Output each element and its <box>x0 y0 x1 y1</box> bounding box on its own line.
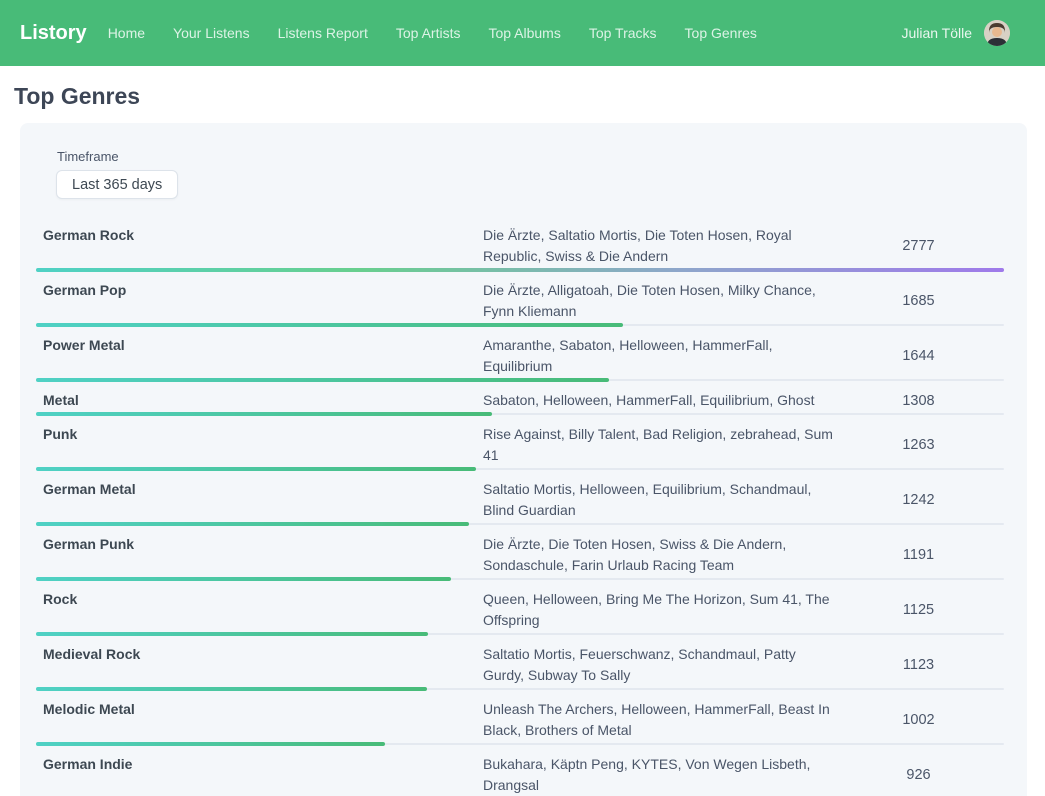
genre-listen-count: 926 <box>833 754 1004 796</box>
genre-bar-track <box>36 687 1004 691</box>
genre-row-content: German Punk Die Ärzte, Die Toten Hosen, … <box>36 534 1004 576</box>
genre-top-artists: Die Ärzte, Saltatio Mortis, Die Toten Ho… <box>483 225 833 267</box>
main-nav: Home Your Listens Listens Report Top Artist… <box>108 25 757 41</box>
genre-row: Punk Rise Against, Billy Talent, Bad Rel… <box>36 424 1004 471</box>
genre-name: German Rock <box>36 225 483 267</box>
genre-name: German Pop <box>36 280 483 322</box>
genre-bar-fill <box>36 632 428 636</box>
genre-listen-count: 2777 <box>833 225 1004 267</box>
genre-top-artists: Saltatio Mortis, Helloween, Equilibrium,… <box>483 479 833 521</box>
genre-bar-track <box>36 632 1004 636</box>
genre-bar-fill <box>36 522 469 526</box>
genre-row-content: Melodic Metal Unleash The Archers, Hello… <box>36 699 1004 741</box>
genre-row-content: Rock Queen, Helloween, Bring Me The Hori… <box>36 589 1004 631</box>
genre-bar-fill <box>36 742 385 746</box>
nav-item[interactable]: Top Artists <box>396 25 461 41</box>
genre-top-artists: Die Ärzte, Alligatoah, Die Toten Hosen, … <box>483 280 833 322</box>
genre-listen-count: 1263 <box>833 424 1004 466</box>
nav-item[interactable]: Home <box>108 25 145 41</box>
genre-row: German Metal Saltatio Mortis, Helloween,… <box>36 479 1004 526</box>
genre-bar-track <box>36 412 1004 416</box>
genre-row-content: Punk Rise Against, Billy Talent, Bad Rel… <box>36 424 1004 466</box>
genre-listen-count: 1242 <box>833 479 1004 521</box>
genre-name: German Indie <box>36 754 483 796</box>
genre-row: German Indie Bukahara, Käptn Peng, KYTES… <box>36 754 1004 796</box>
genre-row: Power Metal Amaranthe, Sabaton, Hellowee… <box>36 335 1004 382</box>
genre-bar-track <box>36 577 1004 581</box>
genre-row-content: Medieval Rock Saltatio Mortis, Feuerschw… <box>36 644 1004 686</box>
genre-listen-count: 1123 <box>833 644 1004 686</box>
genre-name: Rock <box>36 589 483 631</box>
genre-row: German Rock Die Ärzte, Saltatio Mortis, … <box>36 225 1004 272</box>
user-avatar[interactable] <box>984 20 1010 46</box>
genre-name: Medieval Rock <box>36 644 483 686</box>
genre-row-content: German Metal Saltatio Mortis, Helloween,… <box>36 479 1004 521</box>
genre-row-content: German Indie Bukahara, Käptn Peng, KYTES… <box>36 754 1004 796</box>
genre-top-artists: Bukahara, Käptn Peng, KYTES, Von Wegen L… <box>483 754 833 796</box>
nav-item[interactable]: Top Albums <box>488 25 560 41</box>
user-menu[interactable]: Julian Tölle <box>901 20 1010 46</box>
genre-bar-fill <box>36 687 427 691</box>
genre-row-content: German Rock Die Ärzte, Saltatio Mortis, … <box>36 225 1004 267</box>
genre-top-artists: Rise Against, Billy Talent, Bad Religion… <box>483 424 833 466</box>
timeframe-select[interactable]: Last 365 days <box>56 170 178 199</box>
genre-row-content: German Pop Die Ärzte, Alligatoah, Die To… <box>36 280 1004 322</box>
genre-bar-fill <box>36 378 609 382</box>
genre-bar-fill <box>36 467 476 471</box>
genre-listen-count: 1644 <box>833 335 1004 377</box>
user-name[interactable]: Julian Tölle <box>901 25 972 41</box>
genre-bar-track <box>36 522 1004 526</box>
genre-name: Metal <box>36 390 483 411</box>
nav-item[interactable]: Top Tracks <box>589 25 657 41</box>
genre-bar-track <box>36 378 1004 382</box>
genre-bar-track <box>36 742 1004 746</box>
app-logo[interactable]: Listory <box>20 22 87 45</box>
genre-bar-track <box>36 323 1004 327</box>
genre-name: Power Metal <box>36 335 483 377</box>
genre-bar-fill <box>36 268 1004 272</box>
genre-listen-count: 1308 <box>833 390 1004 411</box>
genre-top-artists: Die Ärzte, Die Toten Hosen, Swiss & Die … <box>483 534 833 576</box>
genre-row: German Pop Die Ärzte, Alligatoah, Die To… <box>36 280 1004 327</box>
genre-name: Punk <box>36 424 483 466</box>
genre-top-artists: Sabaton, Helloween, HammerFall, Equilibr… <box>483 390 833 411</box>
genre-table: German Rock Die Ärzte, Saltatio Mortis, … <box>36 225 1004 796</box>
genre-top-artists: Unleash The Archers, Helloween, HammerFa… <box>483 699 833 741</box>
genre-top-artists: Amaranthe, Sabaton, Helloween, HammerFal… <box>483 335 833 377</box>
genre-bar-fill <box>36 323 623 327</box>
genre-name: Melodic Metal <box>36 699 483 741</box>
nav-item[interactable]: Your Listens <box>173 25 250 41</box>
genre-name: German Punk <box>36 534 483 576</box>
nav-item[interactable]: Listens Report <box>278 25 368 41</box>
nav-item[interactable]: Top Genres <box>685 25 757 41</box>
genre-row: Rock Queen, Helloween, Bring Me The Hori… <box>36 589 1004 636</box>
page-title: Top Genres <box>14 83 1045 110</box>
genre-listen-count: 1125 <box>833 589 1004 631</box>
genre-bar-fill <box>36 577 451 581</box>
genre-bar-track <box>36 467 1004 471</box>
genre-listen-count: 1191 <box>833 534 1004 576</box>
genre-row: Medieval Rock Saltatio Mortis, Feuerschw… <box>36 644 1004 691</box>
genre-top-artists: Queen, Helloween, Bring Me The Horizon, … <box>483 589 833 631</box>
genre-bar-fill <box>36 412 492 416</box>
genre-bar-track <box>36 268 1004 272</box>
genre-listen-count: 1685 <box>833 280 1004 322</box>
navbar: Listory Home Your Listens Listens Report To… <box>0 0 1045 66</box>
top-genres-card: Timeframe Last 365 days German Rock Die … <box>20 123 1027 796</box>
genre-row: Melodic Metal Unleash The Archers, Hello… <box>36 699 1004 746</box>
genre-row: German Punk Die Ärzte, Die Toten Hosen, … <box>36 534 1004 581</box>
avatar-photo <box>984 20 1010 46</box>
genre-name: German Metal <box>36 479 483 521</box>
genre-listen-count: 1002 <box>833 699 1004 741</box>
genre-row-content: Metal Sabaton, Helloween, HammerFall, Eq… <box>36 390 1004 411</box>
genre-top-artists: Saltatio Mortis, Feuerschwanz, Schandmau… <box>483 644 833 686</box>
timeframe-label: Timeframe <box>57 149 1004 164</box>
genre-row: Metal Sabaton, Helloween, HammerFall, Eq… <box>36 390 1004 416</box>
genre-row-content: Power Metal Amaranthe, Sabaton, Hellowee… <box>36 335 1004 377</box>
